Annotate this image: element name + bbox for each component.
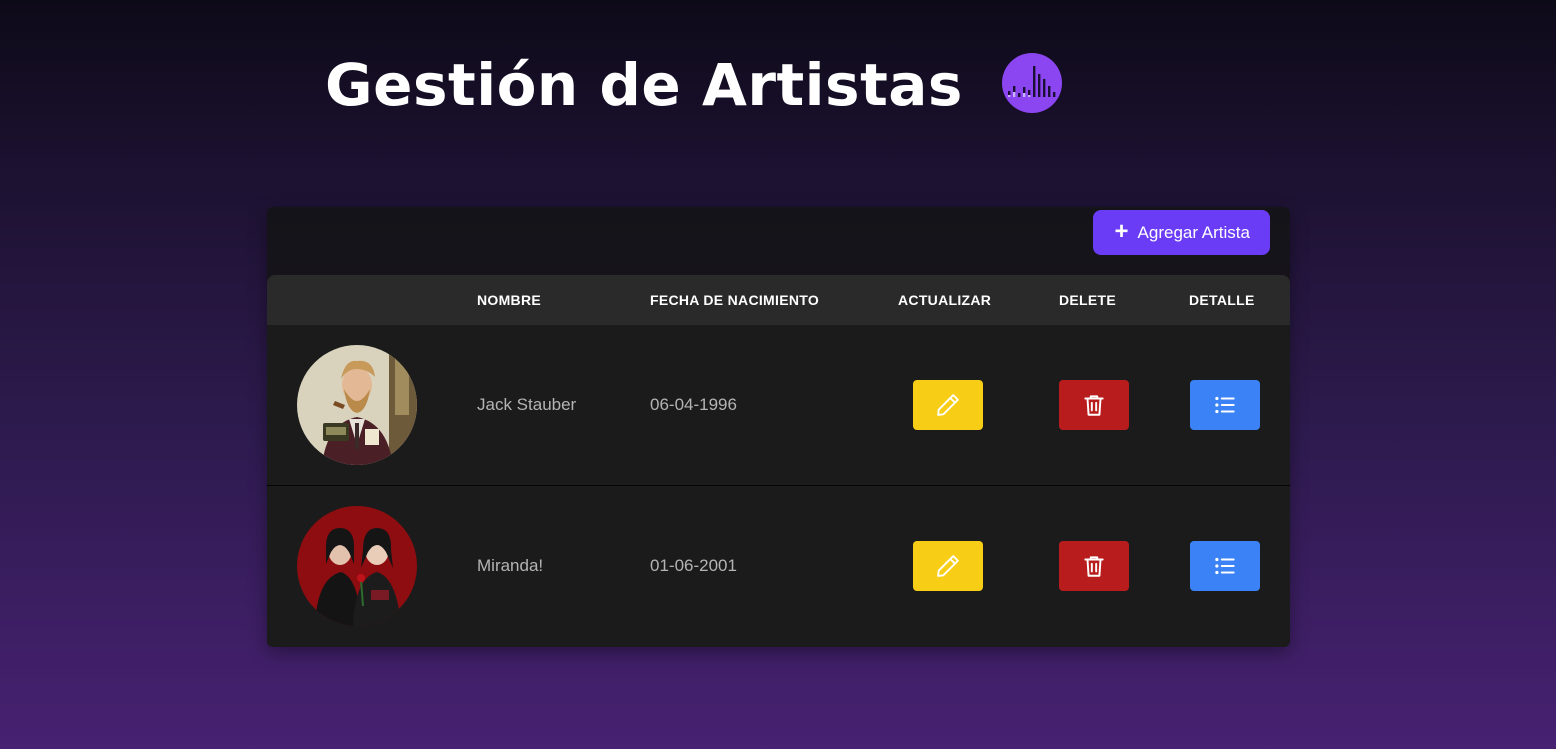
page-title: Gestión de Artistas	[325, 51, 963, 119]
artist-avatar	[297, 506, 417, 626]
column-header-fecha: FECHA DE NACIMIENTO	[650, 292, 820, 308]
artist-birthdate: 01-06-2001	[650, 556, 737, 575]
artists-table: NOMBRE FECHA DE NACIMIENTO ACTUALIZAR DE…	[267, 275, 1290, 646]
artist-name: Miranda!	[477, 556, 544, 575]
artist-name: Jack Stauber	[477, 395, 577, 414]
trash-icon	[1084, 395, 1104, 416]
artist-birthdate: 06-04-1996	[650, 395, 737, 414]
table-row: Miranda! 01-06-2001	[267, 485, 1290, 646]
artists-panel: + Agregar Artista NOMBRE FECHA DE NACIMI…	[267, 207, 1290, 647]
trash-icon	[1084, 556, 1104, 577]
list-icon	[1215, 396, 1235, 414]
page-header: Gestión de Artistas	[325, 40, 1062, 130]
column-header-detalle: DETALLE	[1189, 292, 1255, 308]
detail-button[interactable]	[1190, 380, 1260, 430]
table-row: Jack Stauber 06-04-1996	[267, 325, 1290, 485]
artist-avatar	[297, 345, 417, 465]
column-header-delete: DELETE	[1059, 292, 1117, 308]
add-artist-label: Agregar Artista	[1137, 222, 1250, 242]
table-header: NOMBRE FECHA DE NACIMIENTO ACTUALIZAR DE…	[267, 275, 1290, 325]
delete-button[interactable]	[1059, 541, 1129, 591]
plus-icon: +	[1114, 217, 1129, 245]
pencil-icon	[937, 555, 959, 577]
toolbar: + Agregar Artista	[267, 207, 1290, 275]
delete-button[interactable]	[1059, 380, 1129, 430]
pencil-icon	[937, 394, 959, 416]
edit-button[interactable]	[913, 541, 983, 591]
add-artist-button[interactable]: + Agregar Artista	[1092, 210, 1270, 255]
sound-bars-icon	[1002, 53, 1062, 113]
column-header-nombre: NOMBRE	[477, 292, 542, 308]
edit-button[interactable]	[913, 380, 983, 430]
column-header-actualizar: ACTUALIZAR	[898, 292, 992, 308]
list-icon	[1215, 557, 1235, 575]
detail-button[interactable]	[1190, 541, 1260, 591]
